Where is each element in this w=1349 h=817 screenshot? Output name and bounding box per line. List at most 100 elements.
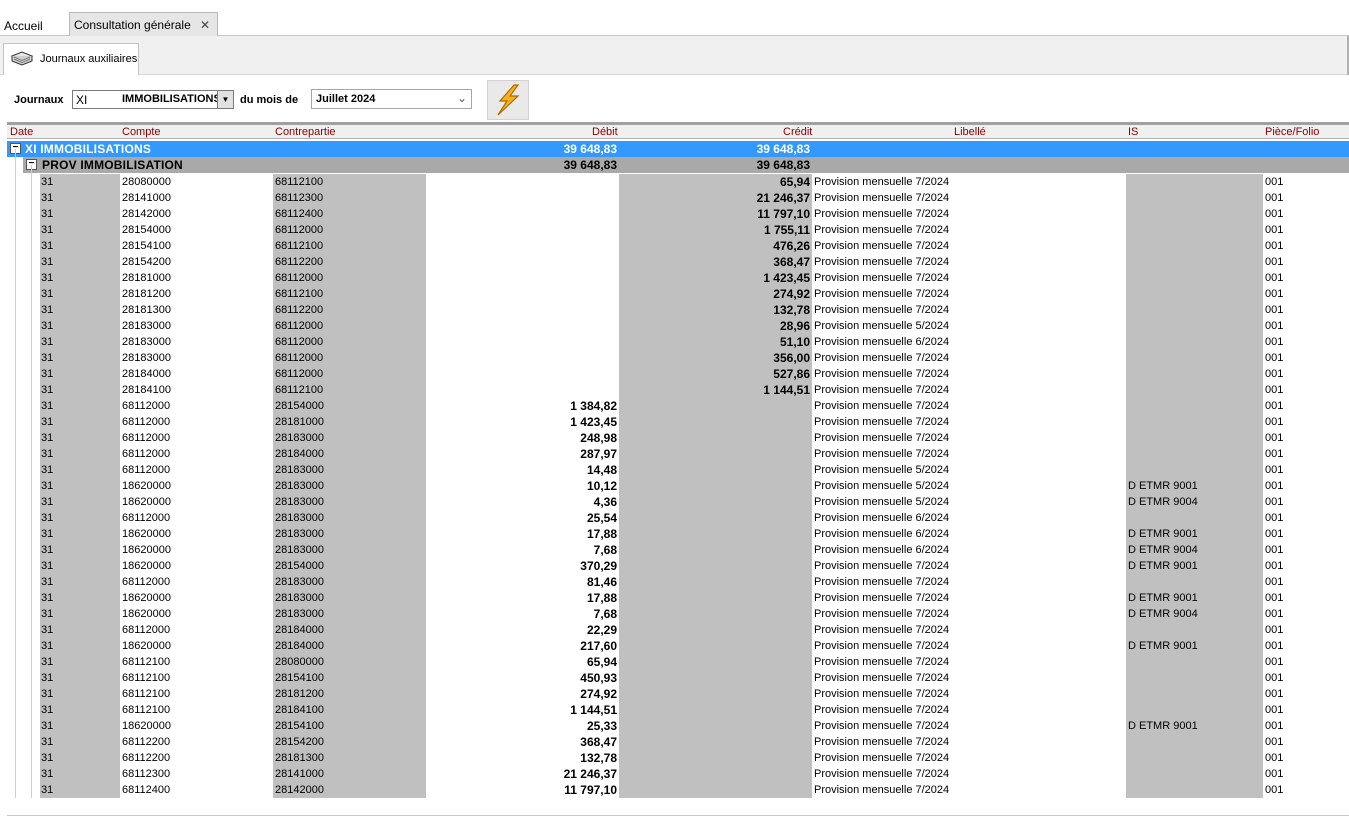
table-row[interactable]: 31 28184100 68112100 1 144,51 Provision mens… [7, 382, 1349, 398]
table-row[interactable]: 31 68112000 28183000 25,54 Provision mensuel… [7, 510, 1349, 526]
dropdown-arrow-icon[interactable]: ▼ [217, 91, 233, 108]
piece-cell: 001 [1265, 768, 1284, 780]
table-row[interactable]: 31 68112300 28141000 21 246,37 Provision men… [7, 766, 1349, 782]
credit-cell [619, 494, 810, 510]
table-row[interactable]: 31 68112000 28181000 1 423,45 Provision mens… [7, 414, 1349, 430]
group-row-prov[interactable]: − PROV IMMOBILISATION 39 648,83 39 648,83 [23, 157, 1349, 173]
debit-cell: 81,46 [586, 575, 617, 589]
execute-button[interactable] [487, 80, 529, 120]
compte-cell: 68112000 [122, 624, 171, 636]
is-cell [1128, 702, 1258, 718]
sub-tab-bar: Journaux auxiliaires [0, 36, 1349, 75]
date-cell: 31 [41, 288, 54, 300]
table-row[interactable]: 31 28154200 68112200 368,47 Provision mensue… [7, 254, 1349, 270]
col-date-header[interactable]: Date [10, 126, 33, 138]
table-row[interactable]: 31 68112000 28184000 22,29 Provision mensuel… [7, 622, 1349, 638]
table-row[interactable]: 31 18620000 28183000 7,68 Provision mensuell… [7, 542, 1349, 558]
is-cell [1128, 174, 1258, 190]
group-row-journal[interactable]: − XI IMMOBILISATIONS 39 648,83 39 648,83 [7, 141, 1349, 157]
date-cell: 31 [41, 544, 54, 556]
contrepartie-cell: 68112200 [275, 304, 324, 316]
table-row[interactable]: 31 18620000 28184000 217,60 Provision mensue… [7, 638, 1349, 654]
contrepartie-cell: 28181300 [275, 752, 324, 764]
table-row[interactable]: 31 18620000 28183000 7,68 Provision mensuell… [7, 606, 1349, 622]
contrepartie-cell: 28154100 [275, 720, 324, 732]
compte-cell: 68112200 [122, 752, 171, 764]
compte-cell: 28181000 [122, 272, 171, 284]
piece-cell: 001 [1265, 720, 1284, 732]
compte-cell: 18620000 [122, 496, 171, 508]
table-row[interactable]: 31 18620000 28154000 370,29 Provision mensue… [7, 558, 1349, 574]
table-row[interactable]: 31 28181200 68112100 274,92 Provision mensue… [7, 286, 1349, 302]
col-libelle-header[interactable]: Libellé [954, 126, 986, 138]
credit-cell [619, 686, 810, 702]
table-row[interactable]: 31 28141000 68112300 21 246,37 Provision men… [7, 190, 1349, 206]
table-row[interactable]: 31 68112000 28154000 1 384,82 Provision mens… [7, 398, 1349, 414]
col-debit-header[interactable]: Débit [592, 126, 618, 138]
close-icon[interactable]: ✕ [200, 13, 210, 37]
libelle-cell: Provision mensuelle 5/2024 [814, 464, 950, 476]
piece-cell: 001 [1265, 352, 1284, 364]
table-row[interactable]: 31 68112000 28184000 287,97 Provision mensue… [7, 446, 1349, 462]
table-row[interactable]: 31 28183000 68112000 356,00 Provision mensue… [7, 350, 1349, 366]
subtab-journaux-auxiliaires[interactable]: Journaux auxiliaires [3, 43, 139, 75]
piece-cell: 001 [1265, 480, 1284, 492]
contrepartie-cell: 28183000 [275, 576, 324, 588]
table-row[interactable]: 31 18620000 28183000 4,36 Provision mensuell… [7, 494, 1349, 510]
table-row[interactable]: 31 68112000 28183000 14,48 Provision mensuel… [7, 462, 1349, 478]
table-row[interactable]: 31 28154000 68112000 1 755,11 Provision mens… [7, 222, 1349, 238]
credit-cell: 274,92 [773, 287, 810, 301]
table-row[interactable]: 31 28183000 68112000 28,96 Provision mensuel… [7, 318, 1349, 334]
table-row[interactable]: 31 18620000 28154100 25,33 Provision mensuel… [7, 718, 1349, 734]
table-row[interactable]: 31 68112100 28080000 65,94 Provision mensuel… [7, 654, 1349, 670]
date-cell: 31 [41, 592, 54, 604]
piece-cell: 001 [1265, 192, 1284, 204]
contrepartie-cell: 28183000 [275, 464, 324, 476]
table-row[interactable]: 31 68112100 28184100 1 144,51 Provision mens… [7, 702, 1349, 718]
date-cell: 31 [41, 480, 54, 492]
table-row[interactable]: 31 18620000 28183000 10,12 Provision mensuel… [7, 478, 1349, 494]
table-row[interactable]: 31 68112100 28154100 450,93 Provision mensue… [7, 670, 1349, 686]
is-cell: D ETMR 9004 [1128, 608, 1198, 620]
table-row[interactable]: 31 28184000 68112000 527,86 Provision mensue… [7, 366, 1349, 382]
table-row[interactable]: 31 68112000 28183000 248,98 Provision mensue… [7, 430, 1349, 446]
col-piece-header[interactable]: Pièce/Folio [1265, 126, 1319, 138]
col-contrepartie-header[interactable]: Contrepartie [275, 126, 336, 138]
col-credit-header[interactable]: Crédit [783, 126, 812, 138]
table-row[interactable]: 31 28142000 68112400 11 797,10 Provision men… [7, 206, 1349, 222]
tab-consultation-generale[interactable]: Consultation générale ✕ [69, 12, 218, 36]
table-row[interactable]: 31 68112400 28142000 11 797,10 Provision men… [7, 782, 1349, 798]
month-select[interactable]: Juillet 2024 ⌄ [311, 89, 472, 109]
table-row[interactable]: 31 68112200 28181300 132,78 Provision mensue… [7, 750, 1349, 766]
col-is-header[interactable]: IS [1128, 126, 1138, 138]
table-row[interactable]: 31 68112100 28181200 274,92 Provision mensue… [7, 686, 1349, 702]
date-cell: 31 [41, 576, 54, 588]
libelle-cell: Provision mensuelle 7/2024 [814, 656, 950, 668]
date-cell: 31 [41, 384, 54, 396]
table-row[interactable]: 31 68112200 28154200 368,47 Provision mensue… [7, 734, 1349, 750]
libelle-cell: Provision mensuelle 7/2024 [814, 560, 950, 572]
col-compte-header[interactable]: Compte [122, 126, 161, 138]
table-row[interactable]: 31 28154100 68112100 476,26 Provision mensue… [7, 238, 1349, 254]
grid-bottom-line [7, 815, 1349, 816]
credit-cell [619, 718, 810, 734]
date-cell: 31 [41, 208, 54, 220]
table-row[interactable]: 31 28183000 68112000 51,10 Provision mensuel… [7, 334, 1349, 350]
libelle-cell: Provision mensuelle 7/2024 [814, 384, 950, 396]
table-row[interactable]: 31 28181000 68112000 1 423,45 Provision mens… [7, 270, 1349, 286]
debit-cell: 287,97 [580, 447, 617, 461]
table-row[interactable]: 31 68112000 28183000 81,46 Provision mensuel… [7, 574, 1349, 590]
credit-cell [619, 734, 810, 750]
is-cell [1128, 254, 1258, 270]
libelle-cell: Provision mensuelle 7/2024 [814, 752, 950, 764]
piece-cell: 001 [1265, 784, 1284, 796]
journal-combobox[interactable]: XI IMMOBILISATIONS ▼ [72, 90, 234, 109]
table-row[interactable]: 31 18620000 28183000 17,88 Provision mensuel… [7, 526, 1349, 542]
table-row[interactable]: 31 28181300 68112200 132,78 Provision mensue… [7, 302, 1349, 318]
date-cell: 31 [41, 256, 54, 268]
debit-cell: 368,47 [580, 735, 617, 749]
credit-cell [619, 542, 810, 558]
tab-accueil[interactable]: Accueil [0, 14, 47, 38]
table-row[interactable]: 31 18620000 28183000 17,88 Provision mensuel… [7, 590, 1349, 606]
table-row[interactable]: 31 28080000 68112100 65,94 Provision mensuel… [7, 174, 1349, 190]
